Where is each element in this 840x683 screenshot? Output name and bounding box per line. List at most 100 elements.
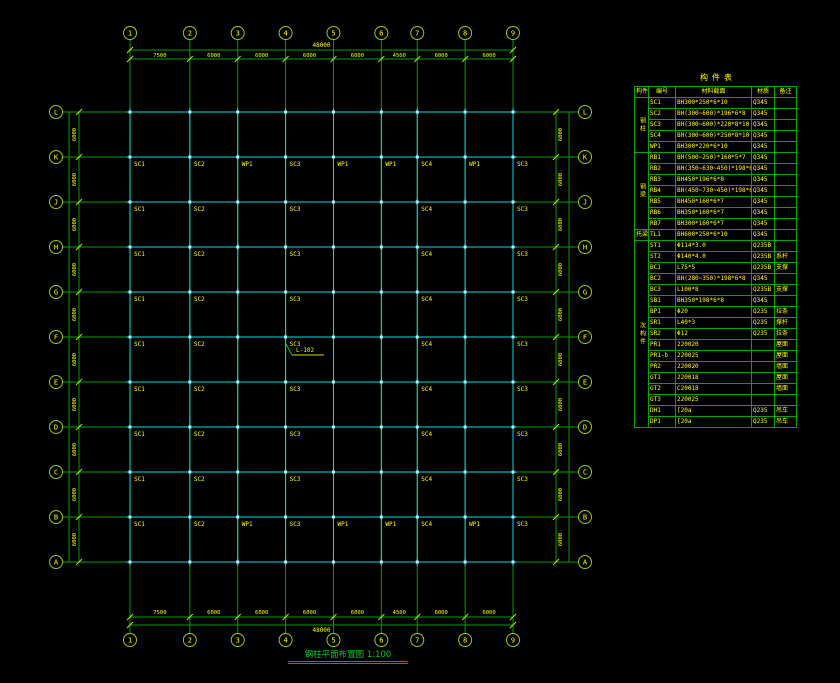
column-node-label: SC1: [134, 296, 145, 303]
right-bay-dim-text: 6000: [558, 308, 564, 321]
node-marker: [331, 515, 335, 519]
column-node-label: SC2: [194, 521, 205, 528]
remark-cell: [774, 207, 797, 219]
node-marker: [188, 470, 192, 474]
group-cell: 钢柱: [634, 97, 649, 153]
section-cell: C20018: [675, 383, 752, 395]
column-node-label: SC3: [290, 476, 301, 483]
axis-bubble-label: D: [54, 424, 58, 432]
column-node-label: SC1: [134, 251, 145, 258]
column-node-label: SC3: [517, 341, 528, 348]
remark-cell: [774, 229, 797, 241]
node-marker: [415, 110, 419, 114]
material-cell: Q235: [751, 328, 775, 340]
section-cell: [20a: [675, 405, 752, 417]
member-id-cell: RB1: [648, 152, 676, 164]
member-id-cell: BC1: [648, 262, 676, 274]
table-row: BP1 Φ20 Q235 拉条: [635, 306, 797, 318]
axis-bubble-label: F: [583, 334, 587, 342]
section-cell: 220025: [675, 350, 752, 362]
material-cell: Q235B: [751, 251, 775, 263]
remark-cell: [774, 240, 797, 252]
section-cell: BH450*196*6*8: [675, 174, 752, 186]
group-cell: 钢梁: [634, 152, 649, 230]
member-id-cell: SC1: [648, 97, 676, 109]
node-marker: [128, 515, 132, 519]
section-cell: BH300*160*6*7: [675, 218, 752, 230]
column-node-label: SC3: [290, 206, 301, 213]
axis-bubble-label: 8: [463, 30, 467, 38]
section-cell: BH(300~600)*220*8*10: [675, 119, 752, 131]
remark-cell: [774, 174, 797, 186]
table-row: BC2 BH(280~350)*198*6*8 Q345: [635, 273, 797, 285]
material-cell: [751, 394, 775, 406]
material-cell: Q235B: [751, 284, 775, 296]
column-node-label: SC3: [517, 161, 528, 168]
node-marker: [511, 290, 515, 294]
node-marker: [379, 200, 383, 204]
member-id-cell: SB1: [648, 295, 676, 307]
column-node-label: SC2: [194, 341, 205, 348]
right-bay-dim-text: 6000: [558, 443, 564, 456]
axis-bubble-label: 9: [511, 30, 515, 38]
section-cell: BH(450~730~450)*198*6*8: [675, 185, 752, 197]
column-node-label: SC3: [290, 251, 301, 258]
node-marker: [284, 380, 288, 384]
remark-cell: 墙面: [774, 361, 797, 373]
bottom-bay-dim-text: 6000: [255, 610, 268, 616]
material-cell: Q345: [751, 119, 775, 131]
axis-bubble-label: C: [583, 469, 587, 477]
group-cell: 次构件: [634, 240, 649, 428]
axis-bubble-label: B: [583, 514, 587, 522]
table-row: DH1 [20a Q235 吊车: [635, 405, 797, 417]
remark-cell: 吊车: [774, 416, 797, 428]
material-cell: Q345: [751, 163, 775, 175]
left-bay-dim-text: 6000: [72, 398, 78, 411]
node-marker: [331, 470, 335, 474]
table-row: RB3 BH450*196*6*8 Q345: [635, 174, 797, 186]
node-marker: [284, 560, 288, 564]
sheet-title: 钢柱平面布置图 1:100: [288, 648, 408, 664]
axis-bubble-label: H: [54, 244, 58, 252]
column-node-label: WP1: [242, 161, 253, 168]
axis-bubble-label: E: [54, 379, 58, 387]
table-row: RB2BH(350~630~450)*198*6*8Q345: [635, 163, 797, 175]
column-node-label: SC4: [421, 206, 432, 213]
column-node-label: SC4: [421, 251, 432, 258]
column-node-label: SC2: [194, 296, 205, 303]
right-bay-dim-text: 6000: [558, 173, 564, 186]
node-marker: [511, 515, 515, 519]
axis-bubble-label: 5: [331, 637, 335, 645]
column-node-label: SC1: [134, 521, 145, 528]
table-row: 钢柱 SC1 BH300*250*6*10 Q345: [634, 97, 797, 153]
member-id-cell: DH1: [648, 405, 676, 417]
node-marker: [188, 515, 192, 519]
group-cell: 托梁: [634, 229, 649, 241]
node-marker: [511, 560, 515, 564]
column-node-label: SC3: [517, 386, 528, 393]
node-marker: [236, 380, 240, 384]
node-marker: [415, 515, 419, 519]
column-node-label: SC2: [194, 206, 205, 213]
bottom-bay-dim-text: 6000: [207, 610, 220, 616]
node-marker: [379, 425, 383, 429]
axis-bubble-label: 9: [511, 637, 515, 645]
remark-cell: 吊车: [774, 405, 797, 417]
plan-annotation-text: L-102: [296, 347, 314, 354]
cad-viewport[interactable]: 48000 7500 6000 6000 6000 6000 4500 6000 6000 750…: [0, 0, 840, 683]
right-bay-dim-text: 6000: [558, 218, 564, 231]
node-marker: [379, 290, 383, 294]
node-marker: [188, 335, 192, 339]
axis-bubble-label: E: [583, 379, 587, 387]
remark-cell: 屋面: [774, 372, 797, 384]
column-node-label: SC2: [194, 251, 205, 258]
node-marker: [415, 335, 419, 339]
node-marker: [379, 245, 383, 249]
column-node-label: WP1: [337, 161, 348, 168]
axis-bubble-label: D: [583, 424, 587, 432]
table-row: SR2 Φ12 Q235 拉条: [635, 328, 797, 340]
node-marker: [188, 425, 192, 429]
node-marker: [236, 515, 240, 519]
node-marker: [284, 245, 288, 249]
node-marker: [379, 335, 383, 339]
